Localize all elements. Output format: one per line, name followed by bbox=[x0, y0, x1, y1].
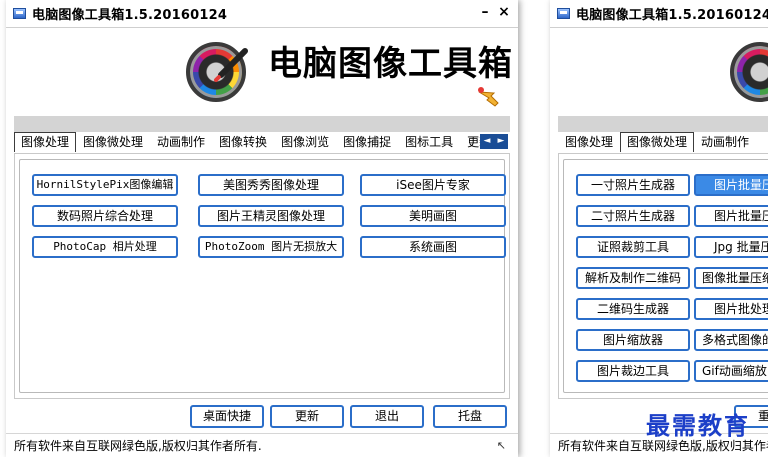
tool-button[interactable]: Gif动画缩放 bbox=[694, 360, 768, 382]
window-title: 电脑图像工具箱1.5.20160124 bbox=[32, 8, 228, 23]
header-divider bbox=[14, 116, 510, 132]
tab-image-browsing[interactable]: 图像浏览 bbox=[274, 132, 336, 153]
main-window: 电脑图像工具箱1.5.20160124 – × 电脑图像工具箱 图像处理 图像微… bbox=[6, 0, 518, 457]
update-button[interactable]: 更新 bbox=[270, 405, 344, 428]
desktop-shortcut-button[interactable]: 桌面快捷 bbox=[190, 405, 264, 428]
header-banner bbox=[550, 28, 768, 116]
tool-button[interactable]: 数码照片综合处理 bbox=[32, 205, 178, 227]
tool-button[interactable]: 图片批量压 bbox=[694, 205, 768, 227]
tool-button[interactable]: 解析及制作二维码 bbox=[576, 267, 690, 289]
app-big-title: 电脑图像工具箱 bbox=[268, 44, 513, 84]
tool-button[interactable]: 图片王精灵图像处理 bbox=[198, 205, 344, 227]
tool-button[interactable]: iSee图片专家 bbox=[360, 174, 506, 196]
scroll-left-icon[interactable]: ◄ bbox=[480, 134, 494, 149]
pointing-hand-icon[interactable] bbox=[475, 84, 501, 110]
tab-image-processing[interactable]: 图像处理 bbox=[558, 132, 620, 153]
tool-button[interactable]: 图片缩放器 bbox=[576, 329, 690, 351]
tray-button[interactable]: 托盘 bbox=[433, 405, 507, 428]
tool-button[interactable]: 一寸照片生成器 bbox=[576, 174, 690, 196]
tool-button[interactable]: 多格式图像的 bbox=[694, 329, 768, 351]
tools-inner-panel: 一寸照片生成器 二寸照片生成器 证照裁剪工具 解析及制作二维码 二维码生成器 图… bbox=[563, 159, 768, 393]
scroll-right-icon[interactable]: ► bbox=[494, 134, 508, 149]
color-wheel-logo-icon bbox=[186, 42, 246, 102]
tab-image-micro-processing[interactable]: 图像微处理 bbox=[620, 132, 695, 152]
header-divider bbox=[558, 116, 768, 132]
app-icon bbox=[13, 8, 26, 19]
tool-button[interactable]: 二维码生成器 bbox=[576, 298, 690, 320]
status-bar: 所有软件来自互联网绿色版,版权归其作者所有. bbox=[6, 433, 518, 457]
tools-inner-panel: HornilStylePix图像编辑 美图秀秀图像处理 iSee图片专家 数码照… bbox=[19, 159, 506, 393]
tools-panel: HornilStylePix图像编辑 美图秀秀图像处理 iSee图片专家 数码照… bbox=[14, 153, 510, 399]
tool-button[interactable]: 图片批处理 bbox=[694, 298, 768, 320]
category-tabs: 图像处理 图像微处理 动画制作 bbox=[558, 132, 756, 152]
tool-button[interactable]: Jpg 批量压 bbox=[694, 236, 768, 258]
tool-button[interactable]: PhotoZoom 图片无损放大 bbox=[198, 236, 344, 258]
tab-animation[interactable]: 动画制作 bbox=[694, 132, 756, 153]
resize-grip-icon[interactable]: ↖ bbox=[497, 439, 506, 452]
tool-button[interactable]: 图像批量压缩 bbox=[694, 267, 768, 289]
tools-panel: 一寸照片生成器 二寸照片生成器 证照裁剪工具 解析及制作二维码 二维码生成器 图… bbox=[558, 153, 768, 399]
tool-button[interactable]: 美图秀秀图像处理 bbox=[198, 174, 344, 196]
close-button[interactable]: × bbox=[495, 4, 513, 20]
color-wheel-logo-icon bbox=[730, 42, 768, 102]
window-title: 电脑图像工具箱1.5.20160124 bbox=[576, 8, 768, 23]
tool-button[interactable]: 证照裁剪工具 bbox=[576, 236, 690, 258]
tool-button[interactable]: 图片裁边工具 bbox=[576, 360, 690, 382]
exit-button[interactable]: 退出 bbox=[350, 405, 424, 428]
title-bar: 电脑图像工具箱1.5.20160124 bbox=[550, 0, 768, 28]
tab-image-processing[interactable]: 图像处理 bbox=[14, 132, 77, 152]
tool-button[interactable]: PhotoCap 相片处理 bbox=[32, 236, 178, 258]
watermark-text: 最需教育 bbox=[646, 411, 750, 440]
tool-button[interactable]: 系统画图 bbox=[360, 236, 506, 258]
tab-image-conversion[interactable]: 图像转换 bbox=[212, 132, 274, 153]
tab-animation[interactable]: 动画制作 bbox=[150, 132, 212, 153]
tool-button[interactable]: 二寸照片生成器 bbox=[576, 205, 690, 227]
app-icon bbox=[557, 8, 570, 19]
header-banner: 电脑图像工具箱 bbox=[6, 28, 518, 116]
tool-button[interactable]: 图片批量压 bbox=[694, 174, 768, 196]
tab-image-capture[interactable]: 图像捕捉 bbox=[336, 132, 398, 153]
tool-button[interactable]: 美明画图 bbox=[360, 205, 506, 227]
minimize-button[interactable]: – bbox=[476, 4, 494, 20]
tab-icon-tools[interactable]: 图标工具 bbox=[398, 132, 460, 153]
tab-scroll-control[interactable]: ◄ ► bbox=[480, 134, 508, 149]
second-window: 电脑图像工具箱1.5.20160124 图像处理 图像微处理 动画制作 一寸照片… bbox=[550, 0, 768, 457]
category-tabs: 图像处理 图像微处理 动画制作 图像转换 图像浏览 图像捕捉 图标工具 更新 bbox=[14, 132, 484, 152]
tab-image-micro-processing[interactable]: 图像微处理 bbox=[76, 132, 150, 153]
tool-button[interactable]: HornilStylePix图像编辑 bbox=[32, 174, 178, 196]
title-bar: 电脑图像工具箱1.5.20160124 – × bbox=[6, 0, 518, 28]
